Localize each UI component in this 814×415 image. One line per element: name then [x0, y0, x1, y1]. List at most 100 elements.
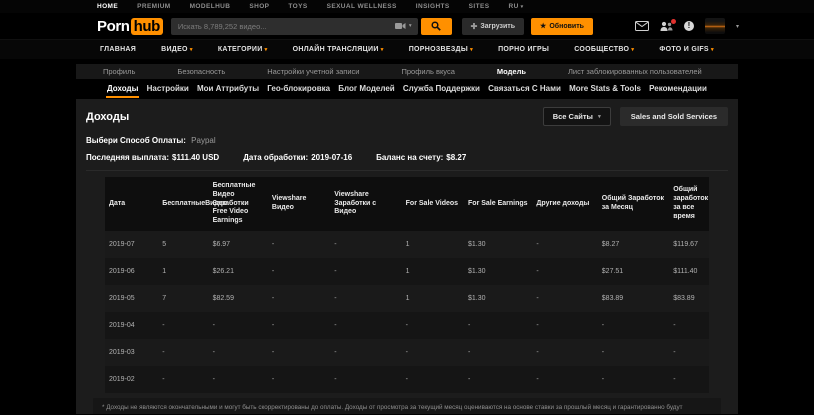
nav-item-фото-и-gifs[interactable]: ФОТО И GIFS▾ — [659, 46, 714, 53]
tab-more-stats-&-tools[interactable]: More Stats & Tools — [568, 80, 642, 98]
user-menu[interactable] — [705, 18, 725, 34]
balance-label: Баланс на счету: — [376, 153, 443, 162]
topbar-item-sexual-wellness[interactable]: SEXUAL WELLNESS — [327, 3, 397, 10]
account-nav-item-безопасность[interactable]: Безопасность — [177, 67, 225, 76]
tab-доходы[interactable]: Доходы — [106, 80, 139, 98]
table-cell: - — [464, 366, 532, 393]
table-cell: - — [268, 258, 330, 285]
table-cell: $26.21 — [209, 258, 268, 285]
account-nav-item-профиль-вкуса[interactable]: Профиль вкуса — [402, 67, 455, 76]
user-menu-caret-icon[interactable]: ▾ — [736, 23, 739, 30]
nav-item-порно-игры[interactable]: ПОРНО ИГРЫ — [498, 46, 549, 53]
tab-блог-моделей[interactable]: Блог Моделей — [337, 80, 395, 98]
table-cell: $119.67 — [669, 231, 709, 258]
table-row: 2019-03--------- — [105, 339, 709, 366]
table-cell: - — [598, 312, 669, 339]
table-cell: - — [330, 258, 401, 285]
table-cell: - — [268, 231, 330, 258]
upload-button[interactable]: ✚ Загрузить — [462, 18, 524, 35]
upgrade-button[interactable]: ★ Обновить — [531, 18, 593, 35]
avatar — [705, 18, 725, 34]
payment-method-value[interactable]: Paypal — [191, 136, 215, 145]
table-cell: - — [532, 312, 597, 339]
nav-item-онлайн-трансляции[interactable]: ОНЛАЙН ТРАНСЛЯЦИИ▾ — [293, 46, 384, 53]
table-cell: - — [532, 285, 597, 312]
search-icon — [431, 21, 441, 31]
nav-item-сообщество[interactable]: СООБЩЕСТВО▾ — [574, 46, 634, 53]
sales-and-sold-services-button[interactable]: Sales and Sold Services — [620, 107, 728, 126]
table-cell: - — [598, 339, 669, 366]
tab-мои-аттрибуты[interactable]: Мои Аттрибуты — [196, 80, 260, 98]
table-cell: 1 — [402, 258, 464, 285]
messages-button[interactable] — [635, 21, 649, 31]
table-cell: 1 — [158, 258, 208, 285]
table-cell: - — [209, 339, 268, 366]
upload-label: Загрузить — [480, 23, 515, 30]
chevron-down-icon: ▾ — [190, 47, 193, 53]
mail-icon — [635, 21, 649, 31]
table-cell: - — [330, 339, 401, 366]
account-nav-item-модель[interactable]: Модель — [497, 67, 526, 76]
earnings-table-header: ДатаБесплатныеВидеоБесплатные Видео Зара… — [105, 177, 709, 231]
account-settings-nav: Профиль Безопасность Настройки учетной зап… — [76, 64, 738, 79]
topbar-item-insights[interactable]: INSIGHTS — [416, 3, 450, 10]
topbar-item-shop[interactable]: SHOP — [249, 3, 269, 10]
top-strip: HOME PREMIUM MODELHUB SHOP TOYS SEXUAL WELLNE… — [0, 0, 814, 13]
friends-button[interactable] — [660, 21, 673, 32]
table-cell: 1 — [402, 285, 464, 312]
table-cell: - — [532, 258, 597, 285]
notification-dot — [671, 19, 676, 24]
tab-служба-поддержки[interactable]: Служба Поддержки — [402, 80, 481, 98]
column-header-7: For Sale Earnings — [464, 177, 532, 231]
search-bar: ▾ — [171, 18, 452, 35]
column-header-10: Общий заработок за все время — [669, 177, 709, 231]
topbar-item-sites[interactable]: SITES — [469, 3, 490, 10]
table-cell: $27.51 — [598, 258, 669, 285]
account-nav-item-лист-заблокированных-пользователей[interactable]: Лист заблокированных пользователей — [568, 67, 702, 76]
upload-icon: ✚ — [471, 22, 478, 31]
tab-связаться-с-нами[interactable]: Связаться С Нами — [487, 80, 562, 98]
tab-настройки[interactable]: Настройки — [146, 80, 190, 98]
table-cell: - — [268, 312, 330, 339]
payout-summary-row: Последняя выплата:$111.40 USD Дата обраб… — [86, 153, 728, 171]
column-header-4: Viewshare Видео — [268, 177, 330, 231]
chevron-down-icon: ▾ — [521, 4, 524, 10]
topbar-item-home[interactable]: HOME — [97, 3, 118, 10]
search-button[interactable] — [421, 18, 452, 35]
search-type-dropdown[interactable]: ▾ — [389, 18, 418, 35]
table-cell: - — [330, 231, 401, 258]
pornhub-logo[interactable]: Pornhub — [97, 18, 163, 35]
nav-item-категории[interactable]: КАТЕГОРИИ▾ — [218, 46, 268, 53]
account-nav-item-профиль[interactable]: Профиль — [103, 67, 135, 76]
notifications-button[interactable]: ! — [684, 21, 694, 31]
account-nav-item-настройки-учетной-записи[interactable]: Настройки учетной записи — [267, 67, 359, 76]
processed-date: Дата обработки:2019-07-16 — [243, 153, 352, 162]
nav-item-порнозвезды[interactable]: ПОРНОЗВЕЗДЫ▾ — [409, 46, 473, 53]
nav-item-главная[interactable]: ГЛАВНАЯ — [100, 46, 136, 53]
alert-icon: ! — [684, 21, 694, 31]
topbar-item-modelhub[interactable]: MODELHUB — [190, 3, 231, 10]
footnotes: * Доходы не являются окончательными и мо… — [93, 398, 721, 414]
balance-value: $8.27 — [446, 153, 466, 162]
all-sites-dropdown[interactable]: Все Сайты ▾ — [543, 107, 611, 126]
table-cell: - — [268, 285, 330, 312]
nav-item-видео[interactable]: ВИДЕО▾ — [161, 46, 193, 53]
table-cell: - — [402, 339, 464, 366]
account-balance: Баланс на счету:$8.27 — [376, 153, 466, 162]
chevron-down-icon: ▾ — [409, 23, 412, 29]
table-cell: - — [598, 366, 669, 393]
topbar-item-ru[interactable]: RU▾ — [508, 3, 523, 10]
column-header-3: Бесплатные Видео Заработки Free Video Ea… — [209, 177, 268, 231]
table-row: 2019-04--------- — [105, 312, 709, 339]
logo-porn-text: Porn — [97, 18, 130, 35]
column-header-2: БесплатныеВидео — [158, 177, 208, 231]
table-cell: - — [268, 339, 330, 366]
title-row: Доходы Все Сайты ▾ Sales and Sold Servic… — [86, 107, 728, 126]
topbar-item-premium[interactable]: PREMIUM — [137, 3, 171, 10]
search-input[interactable] — [171, 18, 389, 35]
page-title: Доходы — [86, 111, 129, 123]
table-cell: - — [669, 366, 709, 393]
tab-рекомендации[interactable]: Рекомендации — [648, 80, 708, 98]
tab-гео-блокировка[interactable]: Гео-блокировка — [266, 80, 331, 98]
topbar-item-toys[interactable]: TOYS — [288, 3, 307, 10]
